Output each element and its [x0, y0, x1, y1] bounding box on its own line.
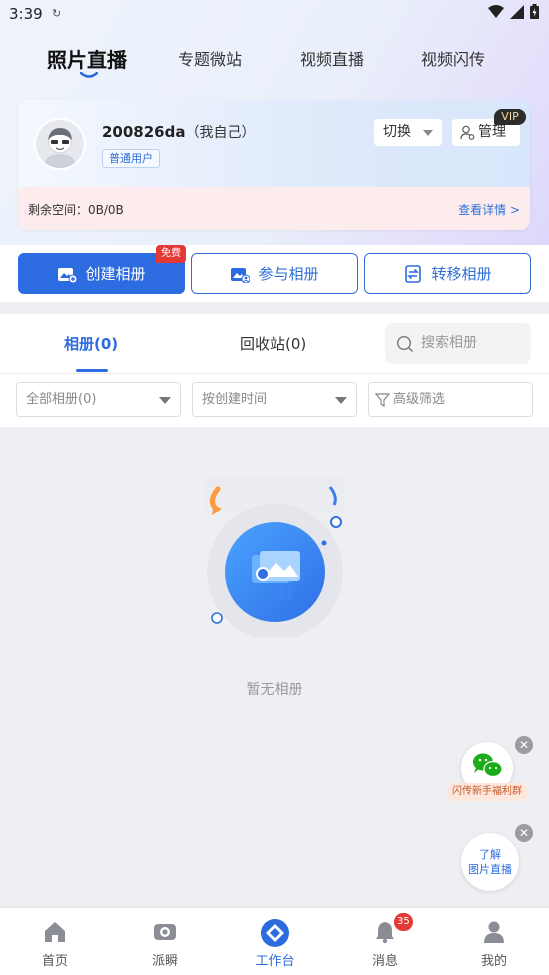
- username: 200826da（我自己）: [102, 122, 255, 142]
- dropdown-arrow-icon: [335, 397, 347, 404]
- advanced-filter-label: 高级筛选: [393, 392, 446, 407]
- tab-video-flash[interactable]: 视频闪传: [421, 46, 485, 70]
- nav-workbench-label: 工作台: [255, 954, 295, 969]
- nav-workbench[interactable]: 工作台: [220, 908, 330, 975]
- tab-video-live[interactable]: 视频直播: [300, 46, 364, 70]
- manage-label: 管理: [478, 124, 506, 140]
- learn-photo-live-float[interactable]: 了解 图片直播: [461, 833, 519, 891]
- learn-line-1: 了解: [479, 848, 501, 861]
- nav-messages-label: 消息: [371, 954, 398, 969]
- close-learn-float-icon[interactable]: ✕: [515, 824, 533, 842]
- tab-albums[interactable]: 相册(0): [64, 333, 118, 354]
- wifi-icon: [488, 4, 504, 18]
- transfer-album-button[interactable]: 转移相册: [364, 253, 531, 294]
- user-type-badge: 普通用户: [102, 149, 160, 168]
- chevron-down-icon: [423, 130, 433, 136]
- status-time: 3:39: [9, 5, 43, 23]
- free-badge: 免费: [156, 245, 186, 263]
- album-type-select[interactable]: 全部相册(0): [16, 382, 181, 417]
- sort-value: 按创建时间: [202, 392, 268, 407]
- nav-home[interactable]: 首页: [0, 908, 110, 975]
- remaining-space: 剩余空间：0B/0B: [28, 203, 124, 217]
- account-card: 200826da（我自己） 普通用户 切换 管理 VIP 剩余空间：0B/0B …: [18, 100, 530, 230]
- empty-state: 暂无相册: [0, 427, 549, 907]
- empty-message: 暂无相册: [246, 682, 303, 698]
- album-type-value: 全部相册(0): [26, 392, 97, 407]
- workbench-icon: [261, 919, 289, 947]
- join-album-label: 参与相册: [258, 265, 319, 283]
- avatar[interactable]: [34, 118, 86, 170]
- switch-label: 切换: [383, 124, 411, 140]
- home-icon: [45, 922, 65, 942]
- nav-messages[interactable]: 35 消息: [330, 908, 440, 975]
- tab-photo-live[interactable]: 照片直播: [47, 44, 127, 73]
- join-album-button[interactable]: 参与相册: [191, 253, 358, 294]
- transfer-icon: [405, 264, 422, 283]
- search-placeholder: 搜索相册: [421, 335, 477, 351]
- dropdown-arrow-icon: [159, 397, 171, 404]
- search-icon: [396, 335, 414, 353]
- view-details-link[interactable]: 查看详情 >: [458, 201, 520, 218]
- create-album-icon: [58, 267, 78, 283]
- username-note: （我自己）: [185, 125, 256, 141]
- storage-bar: 剩余空间：0B/0B 查看详情 >: [18, 187, 530, 230]
- switch-account-button[interactable]: 切换: [374, 119, 442, 146]
- nav-paishun[interactable]: 派瞬: [110, 908, 220, 975]
- bottom-nav: 首页 派瞬 工作台 35 消息 我的: [0, 907, 549, 975]
- wechat-icon: [473, 753, 503, 778]
- active-tab-indicator: [80, 72, 98, 78]
- create-album-label: 创建相册: [85, 265, 146, 283]
- nav-mine-label: 我的: [480, 954, 507, 969]
- camera-icon: [154, 924, 176, 940]
- album-actions: 创建相册 免费 参与相册 转移相册: [0, 245, 549, 302]
- person-icon: [484, 921, 504, 943]
- advanced-filter-button[interactable]: 高级筛选: [368, 382, 533, 417]
- transfer-album-label: 转移相册: [431, 265, 492, 283]
- username-text: 200826da: [102, 123, 186, 141]
- status-bar: 3:39 ↻: [0, 0, 549, 28]
- divider: [0, 373, 549, 374]
- nav-paishun-label: 派瞬: [151, 954, 178, 969]
- close-wechat-float-icon[interactable]: ✕: [515, 736, 533, 754]
- empty-album-illustration: [205, 477, 345, 637]
- tab-recycle-bin[interactable]: 回收站(0): [240, 333, 306, 354]
- sort-select[interactable]: 按创建时间: [192, 382, 357, 417]
- nav-mine[interactable]: 我的: [439, 908, 549, 975]
- message-count-badge: 35: [394, 913, 413, 931]
- nav-home-label: 首页: [41, 954, 68, 969]
- join-album-icon: [231, 267, 251, 283]
- wechat-group-float[interactable]: 闪传新手福利群: [446, 742, 528, 804]
- learn-line-2: 图片直播: [468, 863, 512, 876]
- battery-icon: [530, 4, 539, 19]
- tab-topic-site[interactable]: 专题微站: [178, 46, 242, 70]
- sync-icon: ↻: [52, 7, 62, 20]
- wechat-group-label: 闪传新手福利群: [446, 783, 528, 801]
- search-album-input[interactable]: 搜索相册: [385, 323, 531, 364]
- albums-tab-underline: [76, 369, 108, 372]
- status-indicators: [488, 4, 539, 19]
- vip-badge: VIP: [494, 109, 526, 125]
- filter-icon: [375, 393, 390, 407]
- account-info: 200826da（我自己） 普通用户 切换 管理 VIP: [18, 100, 530, 187]
- main-tab-bar: 照片直播 专题微站 视频直播 视频闪传: [0, 42, 549, 82]
- user-manage-icon: [460, 125, 475, 140]
- signal-icon: [510, 4, 524, 19]
- album-list-header: 相册(0) 回收站(0) 搜索相册 全部相册(0) 按创建时间 高级筛选: [0, 314, 549, 427]
